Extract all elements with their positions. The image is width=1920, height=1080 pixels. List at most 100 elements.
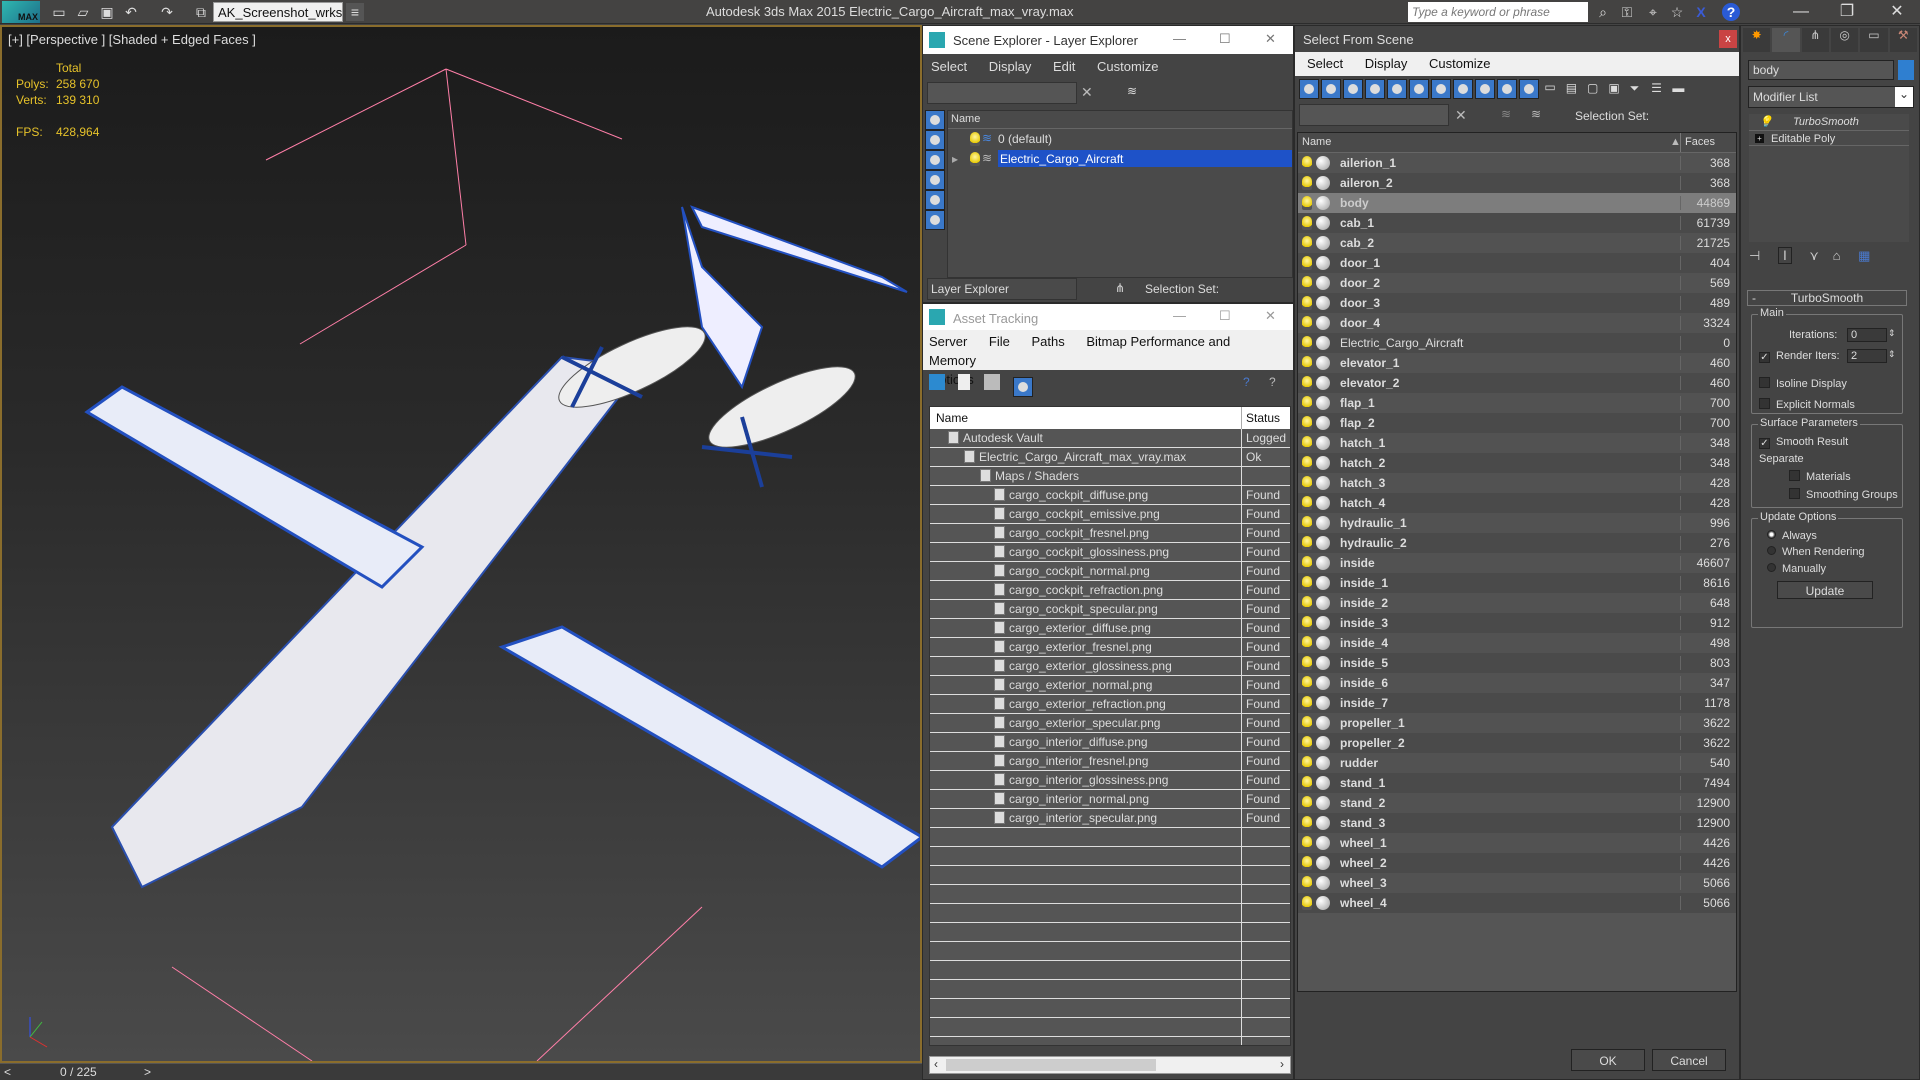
aircraft-wireframe[interactable]: [2, 27, 920, 1061]
menu-display[interactable]: Display: [1365, 56, 1408, 71]
stack-item-turbosmooth[interactable]: 💡 TurboSmooth: [1749, 114, 1909, 130]
object-row[interactable]: hatch_3 428: [1298, 473, 1736, 493]
object-row[interactable]: hydraulic_1 996: [1298, 513, 1736, 533]
star-icon[interactable]: ☆: [1668, 3, 1686, 21]
visibility-bulb-icon[interactable]: [1302, 356, 1312, 370]
visibility-bulb-icon[interactable]: [1302, 556, 1312, 570]
scene-explorer-titlebar[interactable]: Scene Explorer - Layer Explorer — ☐ ✕: [923, 26, 1293, 54]
list-view-icon[interactable]: [958, 374, 971, 390]
maximize-button[interactable]: ☐: [1219, 31, 1231, 47]
stack-item-editable-poly[interactable]: + Editable Poly: [1749, 130, 1909, 146]
object-row[interactable]: elevator_2 460: [1298, 373, 1736, 393]
object-row[interactable]: inside_2 648: [1298, 593, 1736, 613]
scrollbar-thumb[interactable]: [946, 1059, 1156, 1071]
refresh-icon[interactable]: [929, 374, 945, 390]
bone-filter-icon[interactable]: [1475, 79, 1495, 99]
asset-row[interactable]: Electric_Cargo_Aircraft_max_vray.max Ok: [930, 448, 1290, 467]
iterations-spinner[interactable]: 0: [1847, 328, 1887, 342]
object-row[interactable]: stand_1 7494: [1298, 773, 1736, 793]
turbosmooth-rollout-header[interactable]: - TurboSmooth: [1747, 290, 1907, 306]
visibility-bulb-icon[interactable]: [1302, 856, 1312, 870]
render-iters-checkbox[interactable]: ✓ Render Iters:: [1759, 350, 1840, 363]
object-row[interactable]: inside_1 8616: [1298, 573, 1736, 593]
close-button[interactable]: x: [1719, 30, 1737, 48]
cancel-button[interactable]: Cancel: [1652, 1049, 1726, 1071]
object-row[interactable]: aileron_2 368: [1298, 173, 1736, 193]
object-row[interactable]: flap_2 700: [1298, 413, 1736, 433]
vault-settings-icon[interactable]: ?: [1269, 375, 1276, 389]
update-always-radio[interactable]: Always: [1767, 530, 1817, 542]
scroll-left-icon[interactable]: ‹: [934, 1057, 938, 1071]
container-filter-icon[interactable]: [1497, 79, 1517, 99]
app-logo[interactable]: MAX: [2, 1, 40, 23]
update-when-rendering-radio[interactable]: When Rendering: [1767, 546, 1865, 558]
layer-row[interactable]: ≋ 0 (default): [948, 129, 1292, 149]
hidden-filter-icon[interactable]: ▭: [1544, 80, 1562, 98]
object-color-swatch[interactable]: [1898, 60, 1914, 80]
layer-filter-icon[interactable]: ≋: [1501, 107, 1511, 121]
object-row[interactable]: inside_4 498: [1298, 633, 1736, 653]
object-row[interactable]: wheel_3 5066: [1298, 873, 1736, 893]
render-iters-spinner[interactable]: 2: [1847, 349, 1887, 363]
redo-icon[interactable]: ↷: [158, 3, 176, 21]
asset-row[interactable]: cargo_exterior_refraction.png Found: [930, 695, 1290, 714]
menu-server[interactable]: Server: [929, 334, 967, 349]
asset-row[interactable]: cargo_interior_normal.png Found: [930, 790, 1290, 809]
menu-select[interactable]: Select: [1307, 56, 1343, 71]
display-tab-icon[interactable]: ▭: [1860, 28, 1888, 52]
clear-search-icon[interactable]: ✕: [1081, 84, 1093, 101]
asset-row[interactable]: cargo_interior_fresnel.png Found: [930, 752, 1290, 771]
column-faces[interactable]: Faces: [1680, 133, 1736, 152]
object-row[interactable]: hydraulic_2 276: [1298, 533, 1736, 553]
asset-row[interactable]: Autodesk Vault Logged: [930, 429, 1290, 448]
table-view-icon[interactable]: [1013, 376, 1034, 397]
visibility-bulb-icon[interactable]: [1302, 836, 1312, 850]
shape-filter-icon[interactable]: [925, 130, 945, 150]
asset-row[interactable]: cargo_cockpit_refraction.png Found: [930, 581, 1290, 600]
visibility-bulb-icon[interactable]: [1302, 156, 1312, 170]
thumbnail-view-icon[interactable]: [983, 374, 1000, 390]
column-status[interactable]: Status: [1242, 407, 1290, 429]
object-row[interactable]: inside_3 912: [1298, 613, 1736, 633]
asset-row[interactable]: cargo_exterior_diffuse.png Found: [930, 619, 1290, 638]
asset-row[interactable]: cargo_exterior_normal.png Found: [930, 676, 1290, 695]
asset-row[interactable]: cargo_cockpit_glossiness.png Found: [930, 543, 1290, 562]
helper-filter-icon[interactable]: [1387, 79, 1407, 99]
object-row[interactable]: door_3 489: [1298, 293, 1736, 313]
exchange-icon[interactable]: X: [1692, 3, 1710, 21]
object-row[interactable]: inside_7 1178: [1298, 693, 1736, 713]
update-button[interactable]: Update: [1777, 581, 1873, 599]
column-name-header[interactable]: Name: [948, 111, 1292, 129]
menu-paths[interactable]: Paths: [1032, 334, 1065, 349]
modifier-toggle-bulb-icon[interactable]: 💡: [1759, 115, 1773, 128]
customize-toolbar-icon[interactable]: ≡: [346, 3, 364, 21]
visibility-bulb-icon[interactable]: [1302, 736, 1312, 750]
asset-row[interactable]: cargo_exterior_specular.png Found: [930, 714, 1290, 733]
isoline-display-checkbox[interactable]: Isoline Display: [1759, 377, 1847, 390]
undo-icon[interactable]: ↶: [122, 3, 140, 21]
visibility-bulb-icon[interactable]: [1302, 456, 1312, 470]
asset-row[interactable]: cargo_interior_specular.png Found: [930, 809, 1290, 828]
render-iters-spin-arrows-icon[interactable]: ⇕: [1888, 349, 1896, 360]
visibility-bulb-icon[interactable]: [1302, 496, 1312, 510]
visibility-bulb-icon[interactable]: [1302, 636, 1312, 650]
save-icon[interactable]: ▣: [98, 3, 116, 21]
menu-customize[interactable]: Customize: [1429, 56, 1490, 71]
perspective-viewport[interactable]: [+] [Perspective ] [Shaded + Edged Faces…: [0, 25, 922, 1063]
invert-display-icon[interactable]: ▣: [1608, 81, 1626, 95]
restore-button[interactable]: ❐: [1824, 0, 1870, 24]
project-folder-icon[interactable]: ⧉: [192, 3, 210, 21]
xref-filter-icon[interactable]: [1453, 79, 1473, 99]
visibility-bulb-icon[interactable]: [1302, 716, 1312, 730]
menu-select[interactable]: Select: [931, 59, 967, 74]
visibility-bulb-icon[interactable]: [1302, 696, 1312, 710]
visibility-bulb-icon[interactable]: [1302, 516, 1312, 530]
create-tab-icon[interactable]: ✸: [1743, 28, 1771, 52]
sort-asc-icon[interactable]: ▲: [1670, 133, 1681, 152]
spacewarp-filter-icon[interactable]: [1409, 79, 1429, 99]
time-prev-button[interactable]: <: [4, 1065, 11, 1079]
visibility-bulb-icon[interactable]: [1302, 216, 1312, 230]
expand-arrow-icon[interactable]: ▸: [952, 152, 958, 166]
visibility-bulb-icon[interactable]: [1302, 256, 1312, 270]
visibility-bulb-icon[interactable]: [970, 132, 980, 146]
